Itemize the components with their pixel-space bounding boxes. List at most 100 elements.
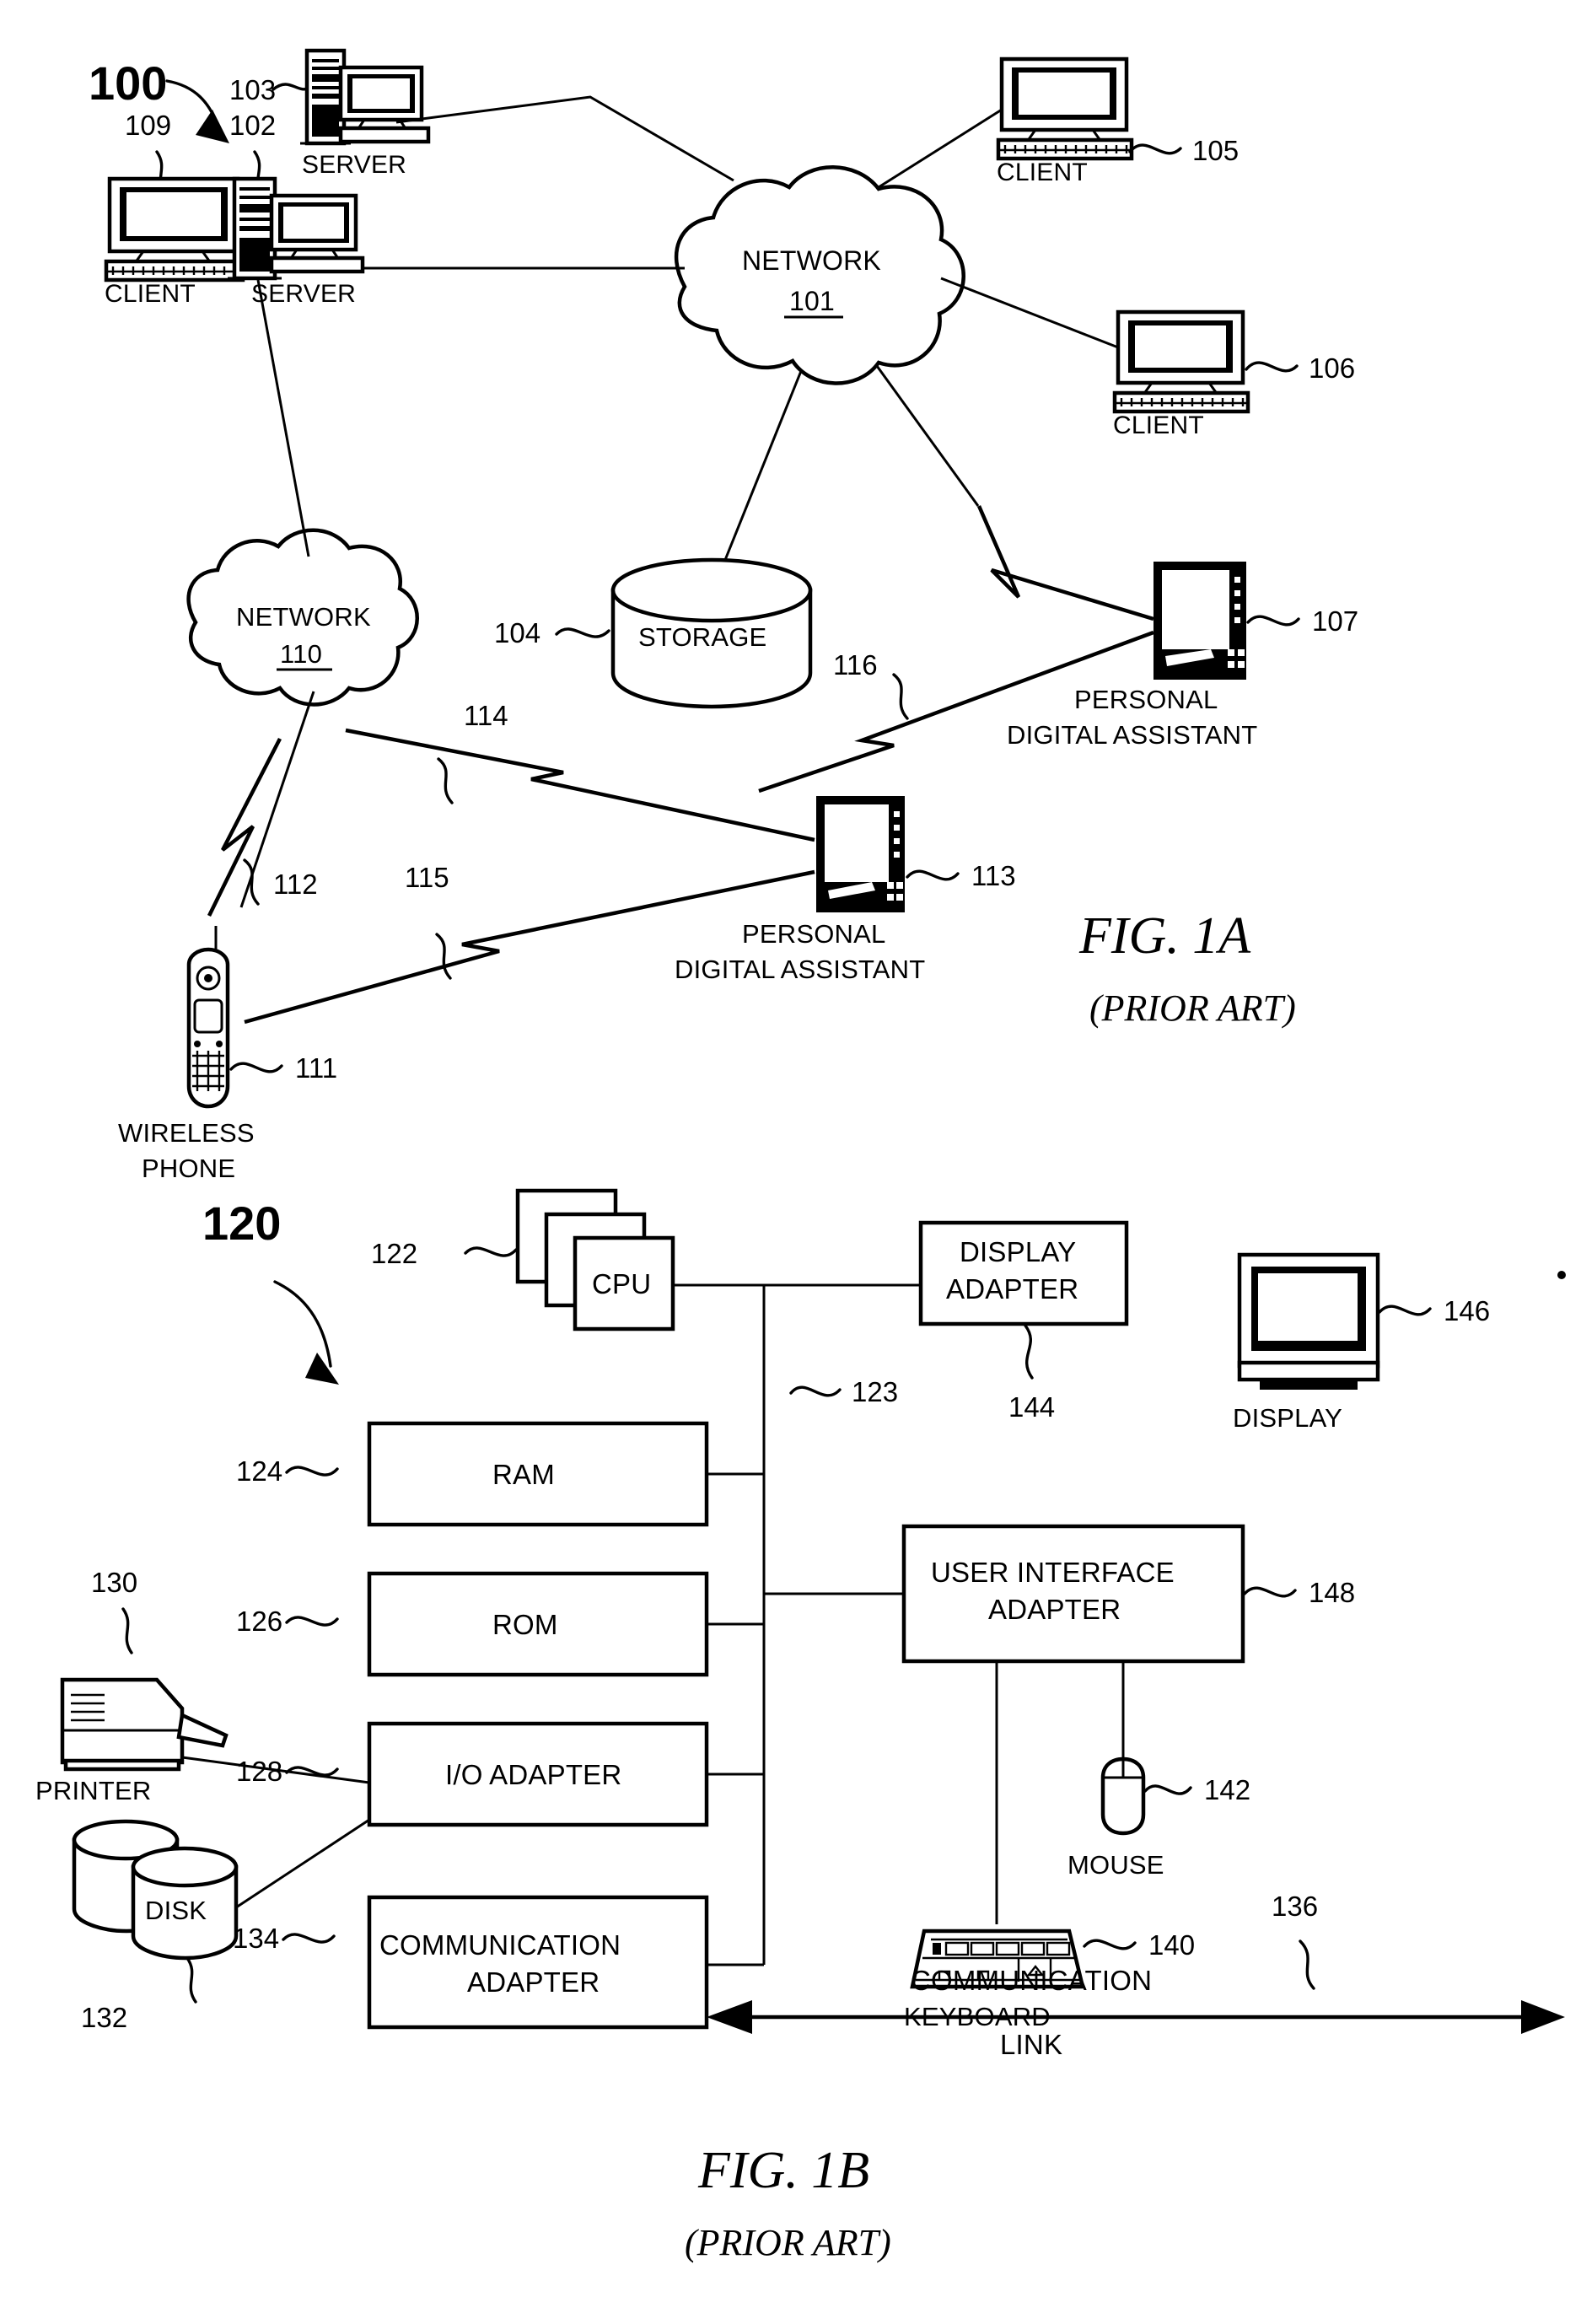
disk-label: DISK xyxy=(145,1896,207,1925)
ref-107: 107 xyxy=(1312,605,1358,637)
network-101-label: NETWORK xyxy=(742,245,881,276)
printer-node: 130 PRINTER xyxy=(35,1567,229,1805)
display-monitor-node: 146 DISPLAY xyxy=(1233,1252,1490,1433)
io-adapter-label: I/O ADAPTER xyxy=(445,1759,621,1790)
ui-adapter-label-line1: USER INTERFACE xyxy=(931,1557,1175,1588)
ref-104: 104 xyxy=(494,617,540,648)
ref-106: 106 xyxy=(1309,352,1355,384)
comm-adapter-label-line1: COMMUNICATION xyxy=(379,1929,621,1961)
fig1a-connection-lines xyxy=(239,95,1119,908)
ref-112: 112 xyxy=(273,869,318,900)
pda-113-label-line1: PERSONAL xyxy=(742,919,885,949)
fig-1a-subtitle: (PRIOR ART) xyxy=(1089,987,1296,1029)
ref-111: 111 xyxy=(295,1052,337,1084)
ref-136: 136 xyxy=(1272,1891,1318,1922)
disk-stack-icon xyxy=(72,1819,239,1961)
network-110-label: NETWORK xyxy=(236,602,371,632)
network-110-ref: 110 xyxy=(280,639,322,669)
pda-113-label-line2: DIGITAL ASSISTANT xyxy=(675,955,925,984)
ui-adapter-label-line2: ADAPTER xyxy=(988,1594,1121,1625)
crt-monitor-icon xyxy=(1237,1252,1380,1390)
ref-130: 130 xyxy=(91,1567,137,1598)
server-103-label: SERVER xyxy=(302,151,406,179)
ref-115: 115 xyxy=(405,862,449,893)
figure-1b-group: 120 CPU 122 DISPLAY ADAPTER 144 146 DISP… xyxy=(35,1188,1565,2263)
display-adapter-label-line2: ADAPTER xyxy=(946,1273,1078,1305)
ref-128: 128 xyxy=(236,1756,282,1787)
system-ref-100: 100 xyxy=(89,56,167,110)
desktop-computer-icon-106 xyxy=(1112,309,1250,414)
wireless-link-112: 112 xyxy=(207,737,318,917)
server-tower-icon xyxy=(228,176,365,281)
ref-126: 126 xyxy=(236,1606,282,1637)
figure-canvas: 100 109 CLIENT 102 SERVER 103 SERVER 105… xyxy=(35,48,1566,2263)
patent-figure-sheet: 100 109 CLIENT 102 SERVER 103 SERVER 105… xyxy=(0,0,1581,2324)
comm-link-label-line2: LINK xyxy=(1000,2029,1062,2060)
fig-1b-subtitle: (PRIOR ART) xyxy=(685,2222,891,2263)
user-interface-adapter-block: USER INTERFACE ADAPTER 148 xyxy=(901,1524,1355,1664)
printer-label: PRINTER xyxy=(35,1776,151,1805)
phone-111-label-line2: PHONE xyxy=(142,1154,235,1183)
ref-123: 123 xyxy=(852,1376,898,1407)
ref-132: 132 xyxy=(81,2002,127,2033)
storage-104-label: STORAGE xyxy=(638,622,766,652)
ref-142: 142 xyxy=(1204,1774,1250,1805)
figure-1a-group: 100 109 CLIENT 102 SERVER 103 SERVER 105… xyxy=(89,48,1358,1183)
communication-link: COMMUNICATION LINK 136 xyxy=(707,1891,1565,2060)
system-bus: 123 xyxy=(673,1283,921,1966)
ref-146: 146 xyxy=(1444,1295,1490,1326)
ref-134: 134 xyxy=(233,1923,279,1954)
comm-adapter-label-line2: ADAPTER xyxy=(467,1966,600,1998)
rom-label: ROM xyxy=(492,1609,558,1640)
desktop-computer-icon-105 xyxy=(996,56,1134,161)
printer-icon xyxy=(60,1677,229,1772)
ram-block: RAM 124 xyxy=(236,1421,709,1527)
fig-1b-title: FIG. 1B xyxy=(697,2142,869,2199)
wireless-phone-111-node: 111 WIRELESS PHONE xyxy=(118,926,337,1183)
ref-103: 103 xyxy=(229,74,276,105)
mouse-icon xyxy=(1100,1756,1146,1836)
pda-107-label-line2: DIGITAL ASSISTANT xyxy=(1007,720,1257,750)
client-106-node: 106 CLIENT xyxy=(1112,309,1355,439)
ref-144: 144 xyxy=(1008,1391,1055,1423)
client-109-label: CLIENT xyxy=(105,280,196,308)
wireless-link-114: 114 xyxy=(345,700,815,842)
pda-icon-113 xyxy=(816,796,905,912)
ref-124: 124 xyxy=(236,1455,282,1487)
ref-148: 148 xyxy=(1309,1577,1355,1608)
ref-105: 105 xyxy=(1192,135,1239,166)
ref-113: 113 xyxy=(971,860,1016,891)
mouse-label: MOUSE xyxy=(1067,1850,1164,1880)
fig-1a-title: FIG. 1A xyxy=(1078,907,1251,965)
system-ref-120: 120 xyxy=(202,1197,281,1250)
ref-140: 140 xyxy=(1148,1929,1195,1961)
cpu-label: CPU xyxy=(592,1268,651,1299)
desktop-computer-icon xyxy=(104,176,245,282)
cpu-block: CPU 122 xyxy=(371,1188,675,1331)
ref-114: 114 xyxy=(464,700,508,731)
rom-block: ROM 126 xyxy=(236,1571,709,1677)
ref-102: 102 xyxy=(229,110,276,141)
display-adapter-block: DISPLAY ADAPTER 144 xyxy=(918,1220,1129,1423)
ram-label: RAM xyxy=(492,1459,555,1490)
wireless-link-115: 115 xyxy=(244,862,815,1025)
comm-link-label-line1: COMMUNICATION xyxy=(911,1965,1152,1996)
pda-107-label-line1: PERSONAL xyxy=(1074,685,1218,714)
mouse-node: 142 MOUSE xyxy=(1067,1661,1250,1880)
phone-111-label-line1: WIRELESS xyxy=(118,1118,255,1148)
server-tower-icon-103 xyxy=(300,48,431,146)
storage-104-node: STORAGE 104 xyxy=(494,557,813,709)
pda-icon-107 xyxy=(1153,562,1246,680)
network-110-cloud: NETWORK 110 xyxy=(186,528,419,707)
ref-116: 116 xyxy=(833,649,878,681)
page-speck xyxy=(1557,1271,1566,1279)
network-101-ref: 101 xyxy=(789,286,835,316)
ref-109: 109 xyxy=(125,110,171,141)
display-label: DISPLAY xyxy=(1233,1403,1342,1433)
network-101-cloud: NETWORK 101 xyxy=(674,165,965,385)
client-105-node: 105 CLIENT xyxy=(996,56,1239,186)
display-adapter-label-line1: DISPLAY xyxy=(960,1236,1076,1267)
communication-adapter-block: COMMUNICATION ADAPTER 134 xyxy=(233,1895,709,2030)
ref-122: 122 xyxy=(371,1238,417,1269)
disk-node: DISK 132 xyxy=(72,1819,239,2033)
